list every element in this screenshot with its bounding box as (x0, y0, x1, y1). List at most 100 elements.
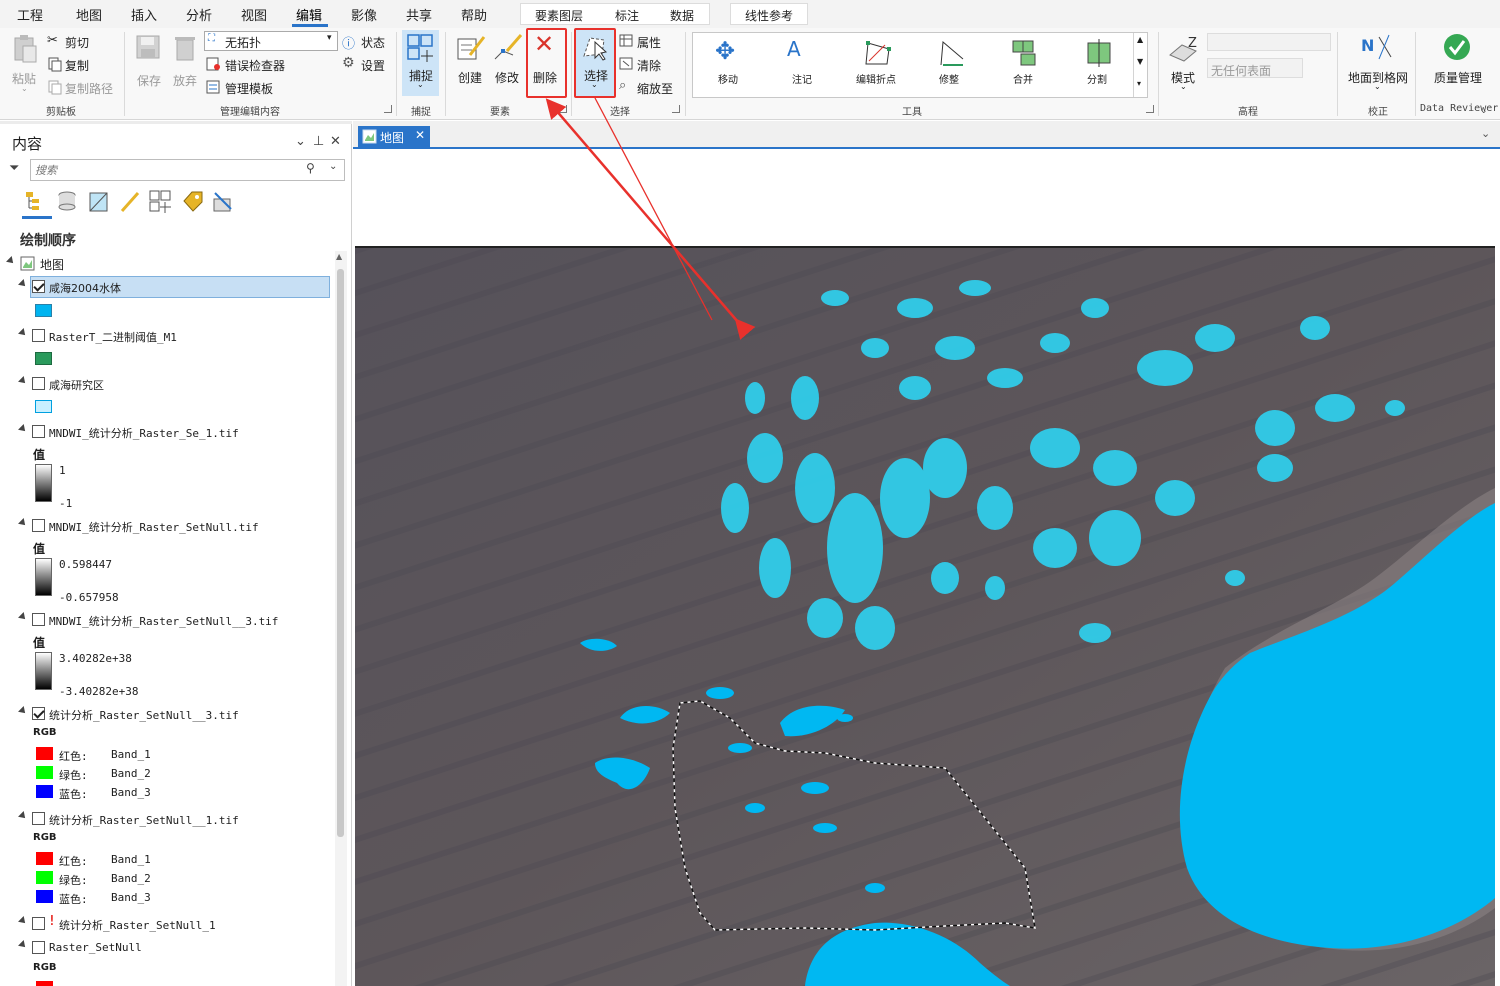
layer-visibility-checkbox[interactable] (32, 519, 45, 532)
tool-split[interactable]: 分割 (1073, 37, 1127, 87)
tab-linear-referencing[interactable]: 线性参考 (745, 7, 793, 24)
search-icon[interactable]: ⚲ (306, 161, 315, 175)
tool-merge[interactable]: 合并 (999, 37, 1053, 87)
tab-edit[interactable]: 编辑 (296, 5, 322, 24)
layer-visibility-checkbox[interactable] (32, 280, 45, 293)
pin-icon[interactable]: ⊥ (313, 134, 324, 149)
tab-project[interactable]: 工程 (17, 5, 43, 24)
tab-insert[interactable]: 插入 (131, 5, 157, 24)
tab-data[interactable]: 数据 (670, 7, 694, 24)
expander-icon[interactable] (6, 256, 16, 266)
green-band-swatch[interactable] (36, 871, 53, 884)
expander-icon[interactable] (18, 612, 28, 622)
satellite-imagery[interactable] (355, 248, 1495, 986)
layer-visibility-checkbox[interactable] (32, 425, 45, 438)
ground-to-grid-button[interactable]: N 地面到格网 ⌄ (1345, 32, 1411, 92)
save-edits-button[interactable]: 保存 (134, 34, 164, 88)
expander-icon[interactable] (18, 424, 28, 434)
legend-swatch[interactable] (35, 400, 52, 413)
layer-row[interactable]: 统计分析_Raster_SetNull__3.tif (0, 703, 335, 725)
tab-labeling[interactable]: 标注 (615, 7, 639, 24)
layer-visibility-checkbox[interactable] (32, 329, 45, 342)
gallery-scroll[interactable]: ▲ ▼ ▾ (1133, 33, 1147, 97)
stretch-gradient[interactable] (35, 558, 52, 596)
layer-visibility-checkbox[interactable] (32, 377, 45, 390)
tab-share[interactable]: 共享 (406, 5, 432, 24)
zoom-to-selection-button[interactable]: ⌕ 缩放至 (619, 78, 679, 97)
red-band-swatch[interactable] (36, 852, 53, 865)
close-tab-icon[interactable]: ✕ (415, 128, 425, 142)
layer-visibility-checkbox[interactable] (32, 707, 45, 720)
tab-map[interactable]: 地图 (76, 5, 102, 24)
tab-view[interactable]: 视图 (241, 5, 267, 24)
tab-list-chevron-icon[interactable]: ⌄ (1481, 127, 1490, 140)
manage-templates-button[interactable]: 管理模板 (206, 79, 296, 97)
tool-move[interactable]: ✥ 移动 (703, 37, 757, 87)
tool-reshape[interactable]: 修整 (925, 37, 979, 87)
legend-swatch[interactable] (35, 304, 52, 317)
list-by-drawing-order-icon[interactable] (24, 189, 48, 213)
map-view-tab[interactable]: 地图 ✕ (358, 126, 430, 148)
tab-feature-layer[interactable]: 要素图层 (535, 7, 583, 24)
search-options-chevron-icon[interactable]: ⌄ (329, 161, 337, 172)
copy-button[interactable]: 复制 (47, 56, 107, 74)
layer-row[interactable]: MNDWI_统计分析_Raster_Se_1.tif (0, 421, 335, 443)
group-launcher-icon[interactable] (1146, 105, 1154, 113)
layer-row[interactable]: 咸海研究区 (0, 373, 335, 395)
tool-annotation[interactable]: A 注记 (777, 37, 831, 87)
group-launcher-icon[interactable] (384, 105, 392, 113)
settings-button[interactable]: ⚙ 设置 (342, 55, 392, 74)
map-view[interactable] (355, 150, 1495, 986)
layer-row[interactable]: MNDWI_统计分析_Raster_SetNull.tif (0, 515, 335, 537)
list-by-labeling-icon[interactable] (180, 189, 204, 213)
expander-icon[interactable] (18, 916, 28, 926)
copy-path-button[interactable]: 复制路径 (47, 79, 117, 97)
expand-gallery-icon[interactable]: ▾ (1137, 79, 1141, 88)
topology-dropdown[interactable]: ⛶ 无拓扑 ▾ (204, 31, 338, 51)
layer-visibility-checkbox[interactable] (32, 941, 45, 954)
expander-icon[interactable] (18, 706, 28, 716)
list-by-editing-icon[interactable] (118, 189, 142, 213)
tab-imagery[interactable]: 影像 (351, 5, 377, 24)
list-by-selection-icon[interactable] (87, 189, 111, 213)
layer-row[interactable]: 咸海2004水体 (0, 276, 335, 298)
tool-edit-vertices[interactable]: 编辑折点 (851, 37, 905, 87)
status-button[interactable]: ⓘ 状态 (342, 33, 392, 52)
paste-button[interactable]: 粘贴 ⌄ (10, 34, 40, 94)
create-features-button[interactable]: 创建 (454, 32, 488, 86)
group-launcher-icon[interactable] (559, 105, 567, 113)
layer-row[interactable]: MNDWI_统计分析_Raster_SetNull__3.tif (0, 609, 335, 631)
layer-row[interactable]: RasterT_二进制阈值_M1 (0, 325, 335, 347)
layer-row[interactable]: 统计分析_Raster_SetNull__1.tif (0, 808, 335, 830)
close-pane-icon[interactable]: ✕ (330, 134, 341, 149)
contents-search-box[interactable]: ⚲ ⌄ (30, 159, 345, 181)
snapping-toggle[interactable]: 捕捉 ⌄ (402, 30, 439, 96)
stretch-gradient[interactable] (35, 464, 52, 502)
pane-options-icon[interactable]: ⌄ (295, 134, 306, 149)
collapse-ribbon-icon[interactable]: ⌄ (1480, 106, 1488, 116)
layer-visibility-checkbox[interactable] (32, 917, 45, 930)
surface-dropdown[interactable]: 无任何表面 (1207, 58, 1303, 78)
elevation-value-field[interactable] (1207, 33, 1331, 51)
layer-row[interactable]: Raster_SetNull (0, 937, 335, 959)
elevation-mode-button[interactable]: Z 模式 ⌄ (1165, 32, 1203, 92)
stretch-gradient[interactable] (35, 652, 52, 690)
list-by-snapping-icon[interactable] (148, 189, 172, 213)
red-band-swatch[interactable] (36, 747, 53, 760)
layer-visibility-checkbox[interactable] (32, 812, 45, 825)
layer-visibility-checkbox[interactable] (32, 613, 45, 626)
expander-icon[interactable] (18, 940, 28, 950)
red-band-swatch[interactable] (36, 981, 53, 986)
attributes-button[interactable]: 属性 (619, 33, 679, 51)
chevron-up-icon[interactable]: ▲ (1137, 35, 1143, 44)
tab-analysis[interactable]: 分析 (186, 5, 212, 24)
expander-icon[interactable] (18, 811, 28, 821)
expander-icon[interactable] (18, 328, 28, 338)
expander-icon[interactable] (18, 376, 28, 386)
search-input[interactable] (35, 162, 295, 178)
legend-swatch[interactable] (35, 352, 52, 365)
clear-selection-button[interactable]: 清除 (619, 56, 679, 74)
quality-management-button[interactable]: 质量管理 (1428, 32, 1490, 92)
group-launcher-icon[interactable] (672, 105, 680, 113)
chevron-down-icon[interactable]: ▼ (1137, 57, 1143, 66)
